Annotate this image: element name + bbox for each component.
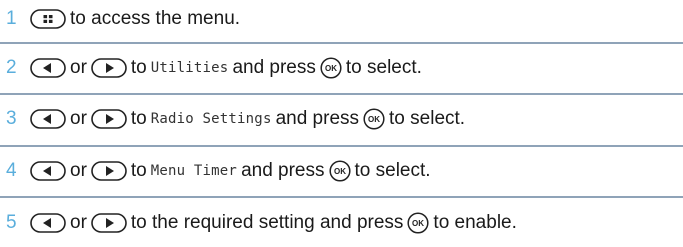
- and-press-text: and press: [232, 57, 316, 78]
- action-text: to select.: [345, 57, 422, 78]
- right-arrow-button-icon: [91, 213, 127, 233]
- to-text: to: [130, 160, 147, 181]
- right-arrow-button-icon: [91, 161, 127, 181]
- divider: [0, 196, 683, 198]
- action-text: to select.: [354, 160, 431, 181]
- and-press-text: and press: [275, 108, 360, 129]
- step-4: 4 or to Menu Timer and press OK to selec…: [0, 158, 683, 184]
- step-3: 3 or to Radio Settings and press OK to s…: [0, 106, 683, 132]
- instruction-steps: 1 to access the menu. 2 or to Utilities …: [0, 0, 683, 247]
- svg-text:OK: OK: [368, 115, 380, 124]
- svg-text:OK: OK: [325, 64, 337, 73]
- step-2: 2 or to Utilities and press OK to select…: [0, 55, 683, 81]
- action-text: to select.: [389, 108, 466, 129]
- ok-button-icon: OK: [329, 160, 351, 182]
- divider: [0, 145, 683, 147]
- step-text: to the required setting and press: [130, 212, 404, 233]
- menu-item-name: Radio Settings: [150, 111, 272, 127]
- action-text: to enable.: [433, 212, 517, 233]
- divider: [0, 93, 683, 95]
- left-arrow-button-icon: [30, 109, 66, 129]
- menu-item-name: Menu Timer: [150, 163, 238, 179]
- step-number: 1: [6, 8, 17, 29]
- step-text: to access the menu.: [70, 8, 241, 29]
- to-text: to: [130, 108, 147, 129]
- menu-button-icon: [30, 9, 66, 29]
- divider: [0, 42, 683, 44]
- step-number: 3: [6, 108, 17, 129]
- step-number: 2: [6, 57, 17, 78]
- left-arrow-button-icon: [30, 161, 66, 181]
- right-arrow-button-icon: [91, 109, 127, 129]
- and-press-text: and press: [241, 160, 325, 181]
- or-text: or: [70, 212, 87, 233]
- ok-button-icon: OK: [320, 57, 342, 79]
- ok-button-icon: OK: [407, 212, 429, 234]
- svg-text:OK: OK: [412, 219, 424, 228]
- menu-item-name: Utilities: [150, 60, 229, 76]
- step-number: 5: [6, 212, 17, 233]
- to-text: to: [130, 57, 147, 78]
- svg-text:OK: OK: [334, 167, 346, 176]
- or-text: or: [70, 57, 87, 78]
- step-number: 4: [6, 160, 17, 181]
- ok-button-icon: OK: [363, 108, 385, 130]
- left-arrow-button-icon: [30, 58, 66, 78]
- step-5: 5 or to the required setting and press O…: [0, 210, 683, 236]
- left-arrow-button-icon: [30, 213, 66, 233]
- or-text: or: [70, 108, 87, 129]
- right-arrow-button-icon: [91, 58, 127, 78]
- step-1: 1 to access the menu.: [0, 6, 683, 32]
- or-text: or: [70, 160, 87, 181]
